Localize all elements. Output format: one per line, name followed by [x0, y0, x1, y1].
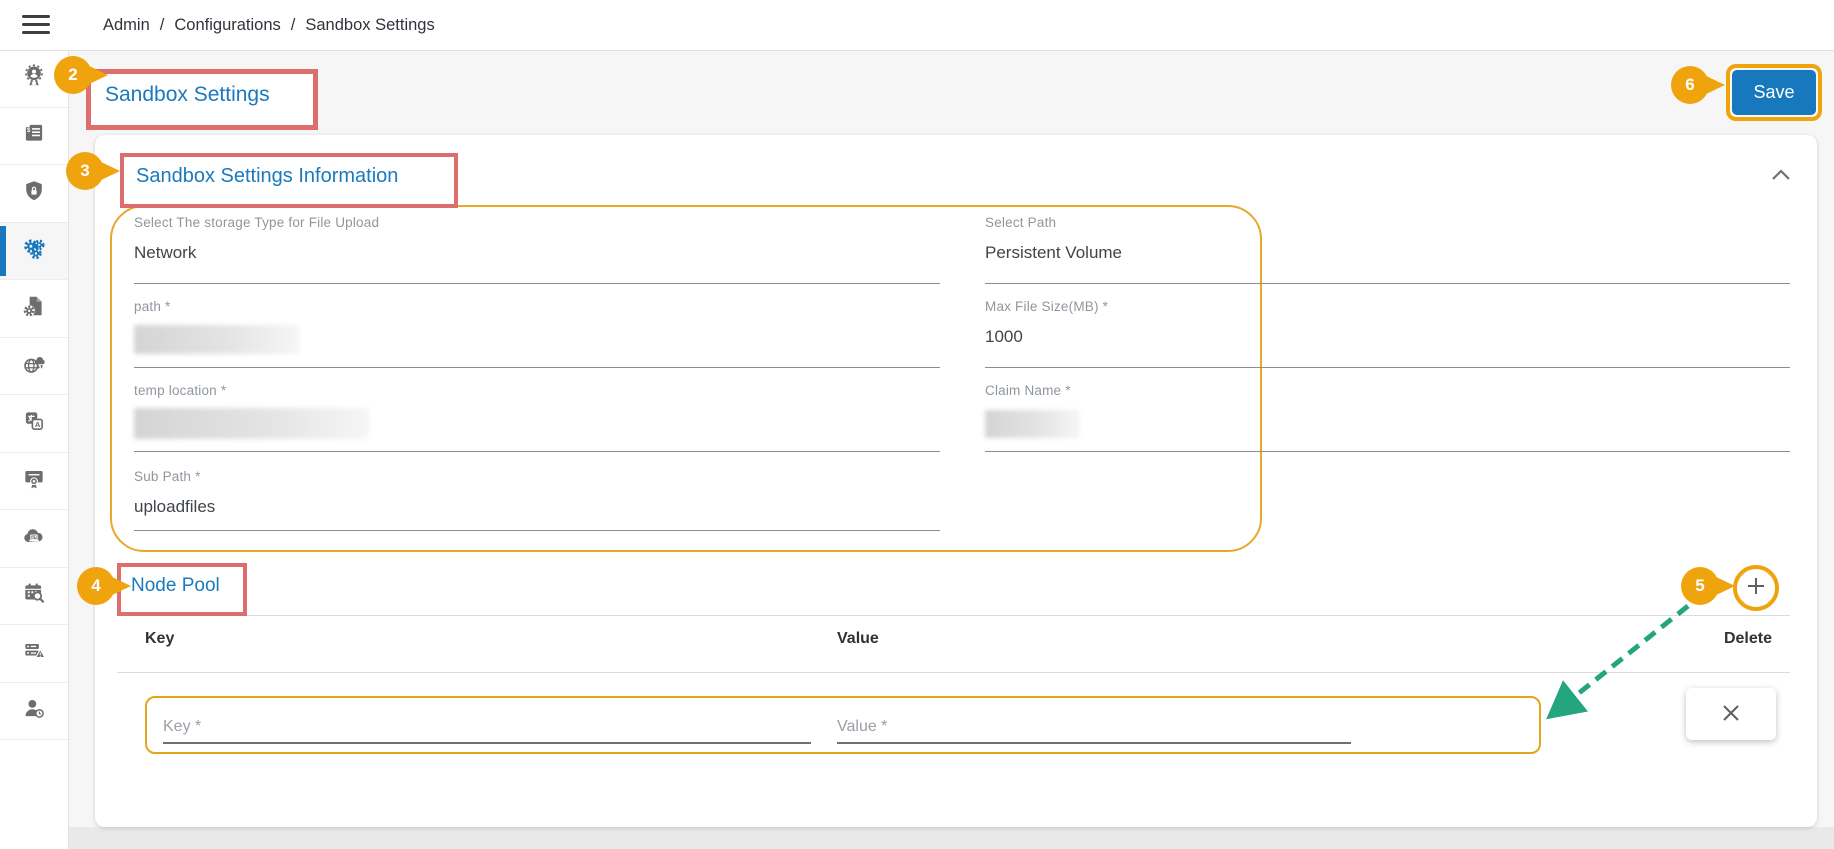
path-value-redacted	[134, 325, 299, 354]
add-node-pool-row-button[interactable]	[1733, 565, 1779, 611]
breadcrumb-separator: /	[290, 15, 296, 34]
callout-2-pointer	[85, 64, 108, 86]
field-max-file-size-label: Max File Size(MB) *	[985, 299, 1109, 314]
value-input[interactable]	[837, 712, 1351, 744]
breadcrumb-admin[interactable]: Admin	[103, 16, 150, 35]
globe-cloud-icon	[21, 350, 47, 381]
field-temp-location-label: temp location *	[134, 383, 227, 398]
sidebar-item-configurations-active[interactable]	[0, 222, 68, 280]
sidebar-item-user-history[interactable]	[0, 683, 68, 740]
page-title: Sandbox Settings	[105, 83, 270, 106]
cloud-sync-icon	[21, 523, 47, 554]
shield-lock-icon	[21, 178, 47, 209]
svg-text:A: A	[35, 420, 41, 429]
collapse-section-chevron-icon[interactable]	[1768, 166, 1794, 189]
callout-5-pointer	[1712, 575, 1735, 597]
key-input[interactable]	[163, 712, 811, 744]
column-header-key: Key	[145, 630, 175, 647]
badge-user-icon	[21, 63, 47, 94]
plus-icon	[1745, 575, 1767, 602]
page-bottom-background	[68, 827, 1834, 849]
save-button[interactable]: Save	[1732, 70, 1816, 115]
translate-icon: A	[21, 408, 47, 439]
select-path-select[interactable]	[985, 240, 1790, 284]
close-icon	[1721, 703, 1741, 726]
field-storage-type: Select The storage Type for File Upload	[134, 214, 940, 284]
sub-path-input[interactable]	[134, 494, 940, 531]
file-gear-icon	[21, 293, 47, 324]
field-max-file-size: Max File Size(MB) *	[985, 298, 1790, 368]
breadcrumb-configurations[interactable]: Configurations	[174, 16, 280, 35]
node-pool-title-highlight-box: Node Pool	[117, 563, 247, 616]
field-select-path-label: Select Path	[985, 215, 1057, 230]
callout-4-pointer	[108, 575, 131, 597]
section-title: Sandbox Settings Information	[136, 165, 399, 187]
user-history-icon	[21, 695, 47, 726]
field-path: path *	[134, 298, 940, 368]
invoice-icon: $	[21, 120, 47, 151]
callout-3-pointer	[97, 160, 120, 182]
breadcrumb-separator: /	[159, 15, 165, 34]
max-file-size-input[interactable]	[985, 324, 1790, 368]
claim-name-input[interactable]	[985, 408, 1790, 452]
sidebar-item-cloud-sync[interactable]	[0, 510, 68, 568]
temp-location-value-redacted	[134, 408, 369, 439]
column-header-value: Value	[837, 630, 879, 647]
sidebar-item-file-settings[interactable]	[0, 280, 68, 338]
calendar-search-icon	[21, 580, 47, 611]
storage-type-select[interactable]	[134, 240, 940, 284]
field-select-path: Select Path	[985, 214, 1790, 284]
top-bar: Admin / Configurations / Sandbox Setting…	[0, 0, 1834, 51]
field-claim-name-label: Claim Name *	[985, 383, 1071, 398]
field-claim-name: Claim Name *	[985, 382, 1790, 452]
section-title-highlight-box: Sandbox Settings Information	[120, 153, 458, 208]
breadcrumb: Admin / Configurations / Sandbox Setting…	[103, 0, 435, 50]
field-temp-location: temp location *	[134, 382, 940, 452]
field-storage-type-label: Select The storage Type for File Upload	[134, 215, 380, 230]
sidebar-item-server-alerts[interactable]	[0, 625, 68, 683]
node-pool-title: Node Pool	[131, 575, 220, 596]
sidebar-nav: $ A	[0, 50, 69, 849]
annotation-arrow	[1546, 604, 1690, 720]
certificate-icon	[21, 465, 47, 496]
field-sub-path: Sub Path *	[134, 468, 940, 531]
breadcrumb-sandbox-settings[interactable]: Sandbox Settings	[305, 16, 434, 35]
sidebar-item-network-cloud[interactable]	[0, 338, 68, 395]
hamburger-menu-icon[interactable]	[22, 15, 50, 35]
server-alert-icon	[21, 638, 47, 669]
field-path-label: path *	[134, 299, 171, 314]
sidebar-item-translation[interactable]: A	[0, 395, 68, 453]
page-title-highlight-box: Sandbox Settings	[86, 69, 318, 130]
app-window: Admin / Configurations / Sandbox Setting…	[0, 0, 1834, 849]
sidebar-item-security[interactable]	[0, 165, 68, 223]
callout-6-pointer	[1702, 74, 1725, 96]
field-sub-path-label: Sub Path *	[134, 469, 201, 484]
sidebar-item-certificate[interactable]	[0, 453, 68, 510]
settings-gears-icon	[21, 235, 48, 267]
sidebar-item-invoice[interactable]: $	[0, 108, 68, 165]
claim-name-value-redacted	[985, 410, 1080, 438]
sidebar-item-schedule-search[interactable]	[0, 568, 68, 625]
